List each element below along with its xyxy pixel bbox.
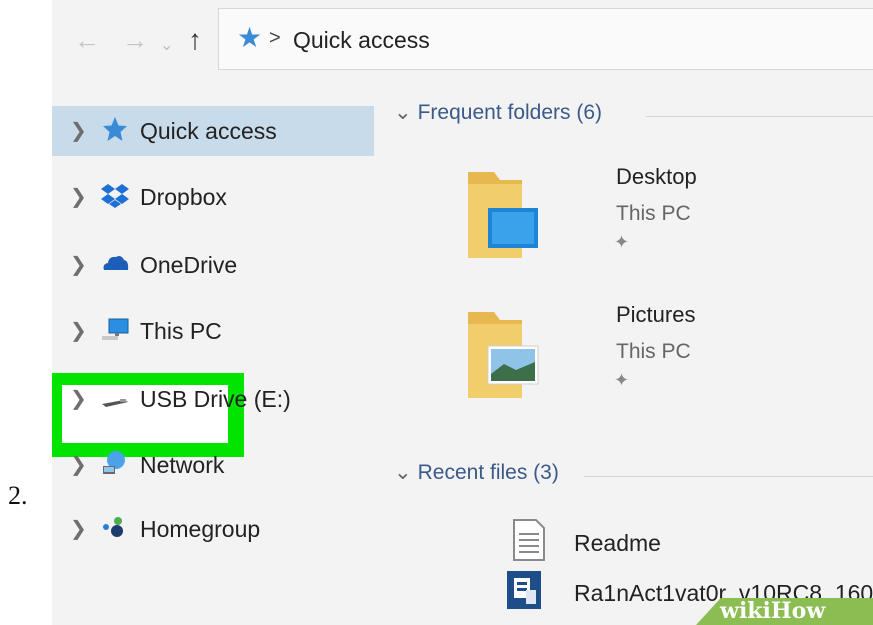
- homegroup-icon: [103, 517, 123, 537]
- chevron-right-icon[interactable]: ❯: [70, 184, 87, 209]
- sidebar-item-quick-access[interactable]: ❯ Quick access: [52, 106, 374, 156]
- sidebar-item-label: Dropbox: [140, 184, 227, 210]
- sidebar-item-label: This PC: [140, 318, 222, 344]
- computer-icon: [102, 318, 129, 340]
- divider: [584, 476, 873, 477]
- folder-location: This PC: [616, 202, 691, 225]
- arrow-right-icon[interactable]: →: [122, 22, 148, 58]
- chevron-down-icon[interactable]: ⌄: [394, 101, 412, 124]
- step-number: 2.: [8, 481, 28, 510]
- file-explorer-window: ← → ⌄ ↑ ★ > Quick access ❯ Quick access …: [52, 0, 873, 625]
- sidebar-item-this-pc[interactable]: ❯ This PC: [52, 306, 374, 356]
- sidebar-item-label: Homegroup: [140, 516, 261, 542]
- chevron-down-icon[interactable]: ⌄: [160, 28, 173, 64]
- content-pane: ⌄Frequent folders (6) Desktop This PC ✦: [374, 84, 873, 625]
- chevron-right-icon[interactable]: ❯: [70, 516, 87, 541]
- folder-name: Pictures: [616, 302, 696, 327]
- quick-access-star-icon: [103, 117, 127, 141]
- sidebar-item-network[interactable]: ❯ Network: [52, 440, 374, 490]
- chevron-right-icon[interactable]: ❯: [70, 318, 87, 343]
- divider: [646, 116, 873, 117]
- folder-location: This PC: [616, 340, 691, 363]
- pin-icon: ✦: [614, 370, 630, 390]
- arrow-left-icon[interactable]: ←: [74, 22, 100, 58]
- recent-files-header[interactable]: ⌄ Recent files (3): [394, 460, 559, 485]
- sidebar-item-label: OneDrive: [140, 252, 238, 278]
- sidebar-item-dropbox[interactable]: ❯ Dropbox: [52, 172, 374, 222]
- navigation-pane: ❯ Quick access ❯ Dropbox ❯ OneDrive ❯ Th…: [52, 84, 374, 625]
- sidebar-item-label: Quick access: [140, 118, 277, 144]
- usb-drive-icon: [102, 399, 128, 407]
- folder-name: Desktop: [616, 164, 697, 189]
- breadcrumb-quick-access[interactable]: Quick access: [293, 27, 430, 54]
- arrow-up-icon[interactable]: ↑: [188, 22, 202, 58]
- pin-icon: ✦: [614, 232, 630, 252]
- pictures-folder-icon: [468, 312, 539, 398]
- address-bar[interactable]: ★ > Quick access: [218, 8, 873, 70]
- sidebar-item-label: USB Drive (E:): [140, 386, 291, 412]
- chevron-down-icon[interactable]: ⌄: [394, 461, 412, 484]
- sidebar-item-onedrive[interactable]: ❯ OneDrive: [52, 240, 374, 290]
- navigation-bar: ← → ⌄ ↑ ★ > Quick access: [52, 0, 873, 84]
- sidebar-item-label: Network: [140, 452, 225, 478]
- archive-file-icon: [507, 571, 541, 609]
- chevron-right-icon[interactable]: ❯: [70, 452, 87, 477]
- quick-access-star-icon: ★: [237, 22, 263, 53]
- chevron-right-icon[interactable]: ❯: [70, 386, 87, 411]
- chevron-right-icon[interactable]: ❯: [70, 118, 87, 143]
- breadcrumb-separator[interactable]: >: [269, 27, 281, 50]
- sidebar-item-homegroup[interactable]: ❯ Homegroup: [52, 504, 374, 554]
- chevron-right-icon[interactable]: ❯: [70, 252, 87, 277]
- frequent-folders-header[interactable]: ⌄ Frequent folders (6): [394, 100, 602, 125]
- text-document-icon: [513, 519, 545, 561]
- sidebar-item-usb-drive[interactable]: ❯ USB Drive (E:): [52, 374, 374, 424]
- dropbox-icon: [101, 184, 129, 208]
- onedrive-cloud-icon: [103, 256, 129, 270]
- network-icon: [103, 451, 125, 474]
- file-name: Readme: [574, 530, 661, 556]
- wikihow-watermark: wikiHow: [696, 598, 873, 625]
- desktop-folder-icon: [468, 172, 538, 258]
